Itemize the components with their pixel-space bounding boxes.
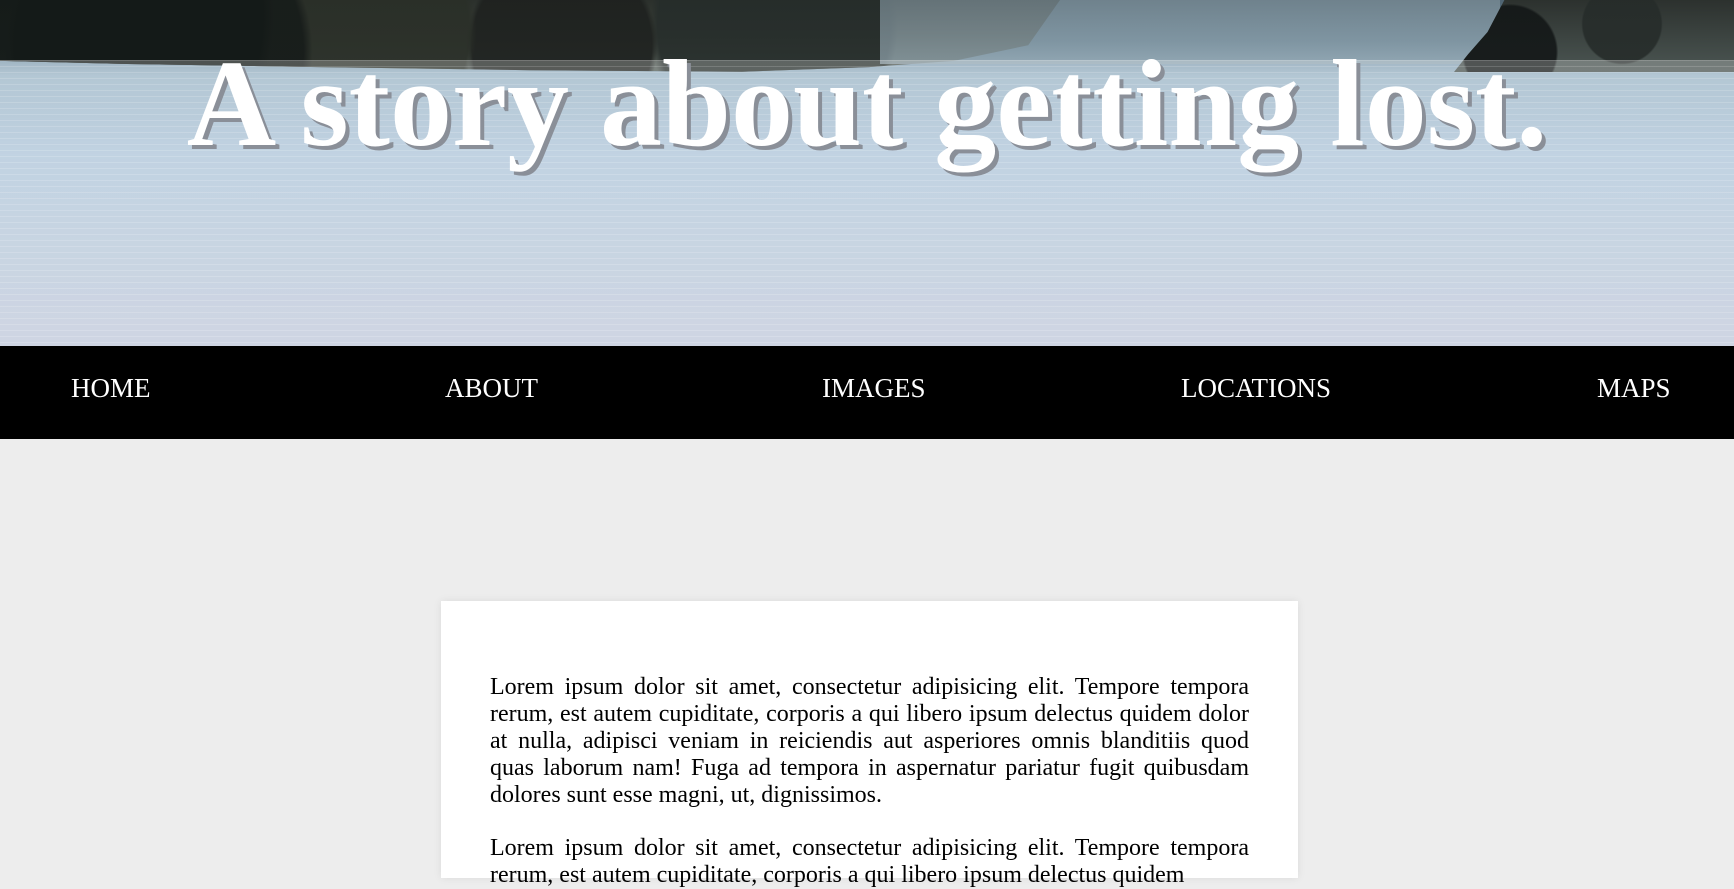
nav-maps-link[interactable]: MAPS [1597, 375, 1671, 402]
main-navigation: HOME ABOUT IMAGES LOCATIONS MAPS [0, 346, 1734, 439]
nav-about-link[interactable]: ABOUT [445, 375, 538, 402]
content-card: Lorem ipsum dolor sit amet, consectetur … [441, 601, 1298, 888]
content-paragraph: Lorem ipsum dolor sit amet, consectetur … [490, 674, 1249, 808]
hero-title: A story about getting lost. [186, 35, 1548, 172]
content-paragraph: Lorem ipsum dolor sit amet, consectetur … [490, 835, 1249, 888]
nav-images-link[interactable]: IMAGES [822, 375, 926, 402]
nav-locations-link[interactable]: LOCATIONS [1181, 375, 1331, 402]
hero-banner: A story about getting lost. [0, 0, 1734, 346]
nav-home-link[interactable]: HOME [71, 375, 151, 402]
